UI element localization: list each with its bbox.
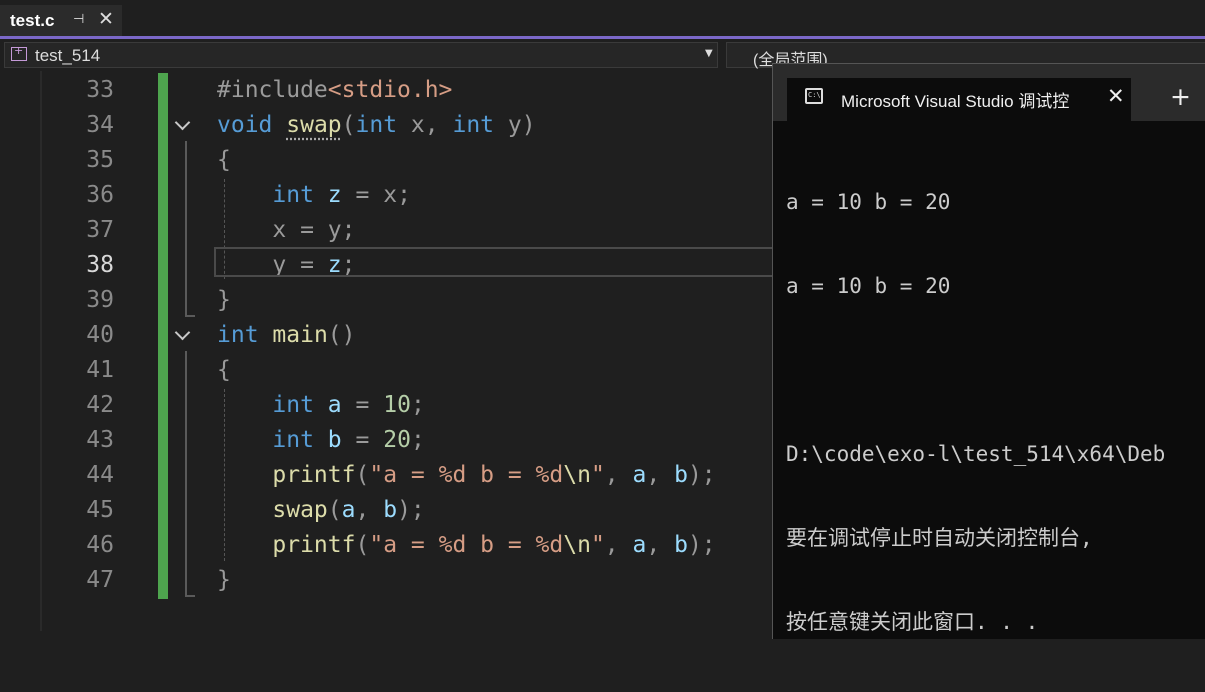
code-line: 39 } [0, 283, 775, 318]
console-line: 按任意键关闭此窗口. . . [786, 610, 1039, 634]
fold-guide-end [185, 315, 195, 317]
line-number: 41 [86, 357, 114, 383]
line-number: 45 [86, 497, 114, 523]
line-number: 39 [86, 287, 114, 313]
fold-guide-end [185, 595, 195, 597]
console-tab-bar: Microsoft Visual Studio 调试控 ✕ + [773, 64, 1205, 121]
collapse-chevron-icon[interactable] [174, 108, 194, 143]
code-text: int main() [217, 322, 356, 348]
code-text: printf("a = %d b = %d\n", a, b); [272, 532, 716, 558]
code-text: swap(a, b); [272, 497, 425, 523]
code-line: 40 int main() [0, 318, 775, 353]
line-number: 47 [86, 567, 114, 593]
fold-guide [185, 141, 188, 317]
code-text: int a = 10; [272, 392, 425, 418]
console-output: a = 10 b = 20 a = 10 b = 20 D:\code\exo-… [786, 132, 1205, 692]
debug-console-window[interactable]: Microsoft Visual Studio 调试控 ✕ + a = 10 b… [772, 63, 1205, 639]
code-line: 34 void swap(int x, int y) [0, 108, 775, 143]
line-number: 35 [86, 147, 114, 173]
code-line: 44 printf("a = %d b = %d\n", a, b); [0, 458, 775, 493]
chevron-down-icon[interactable]: ▼ [705, 48, 713, 59]
project-dropdown[interactable]: test_514 ▼ [4, 42, 718, 68]
line-number: 42 [86, 392, 114, 418]
current-line-highlight [214, 247, 784, 277]
close-icon[interactable]: ✕ [98, 8, 114, 30]
code-line: 45 swap(a, b); [0, 493, 775, 528]
line-number: 37 [86, 217, 114, 243]
line-number: 38 [86, 252, 114, 278]
code-text: x = y; [272, 217, 356, 243]
code-line: 42 int a = 10; [0, 388, 775, 423]
code-text: { [217, 357, 231, 383]
line-number: 34 [86, 112, 114, 138]
code-line: 35 { [0, 143, 775, 178]
tab-label: test.c [10, 11, 55, 30]
console-line: a = 10 b = 20 [786, 274, 951, 298]
code-text: void swap(int x, int y) [217, 112, 536, 138]
code-text: #include<stdio.h> [217, 77, 453, 103]
console-title: Microsoft Visual Studio 调试控 [841, 92, 1070, 111]
code-line: 37 x = y; [0, 213, 775, 248]
line-number: 36 [86, 182, 114, 208]
code-line: 43 int b = 20; [0, 423, 775, 458]
code-line: 33 #include<stdio.h> [0, 73, 775, 108]
code-text: } [217, 567, 231, 593]
tab-test-c[interactable]: test.c ⊣ ✕ [0, 5, 122, 36]
project-label: test_514 [35, 46, 101, 65]
console-line: a = 10 b = 20 [786, 190, 951, 214]
code-text: { [217, 147, 231, 173]
code-text: int z = x; [272, 182, 411, 208]
close-icon[interactable]: ✕ [1107, 84, 1125, 108]
project-icon [11, 44, 27, 61]
line-number: 40 [86, 322, 114, 348]
line-number: 44 [86, 462, 114, 488]
document-tab-strip: test.c ⊣ ✕ [0, 0, 1205, 39]
code-line: 47 } [0, 563, 775, 598]
code-editor[interactable]: 33 #include<stdio.h> 34 void swap(int x,… [0, 71, 784, 631]
collapse-chevron-icon[interactable] [174, 318, 194, 353]
line-number: 46 [86, 532, 114, 558]
pin-icon[interactable]: ⊣ [73, 12, 84, 27]
line-number: 43 [86, 427, 114, 453]
code-text: int b = 20; [272, 427, 425, 453]
fold-guide [185, 351, 188, 597]
terminal-icon [805, 88, 823, 104]
line-number: 33 [86, 77, 114, 103]
new-tab-button[interactable]: + [1170, 82, 1191, 111]
code-line: 36 int z = x; [0, 178, 775, 213]
console-line: 要在调试停止时自动关闭控制台, [786, 526, 1093, 550]
code-text: } [217, 287, 231, 313]
code-line: 41 { [0, 353, 775, 388]
console-line: D:\code\exo-l\test_514\x64\Deb [786, 442, 1166, 466]
console-tab[interactable]: Microsoft Visual Studio 调试控 ✕ [787, 78, 1131, 121]
indent-guide [224, 389, 225, 561]
code-text: printf("a = %d b = %d\n", a, b); [272, 462, 716, 488]
code-line: 46 printf("a = %d b = %d\n", a, b); [0, 528, 775, 563]
